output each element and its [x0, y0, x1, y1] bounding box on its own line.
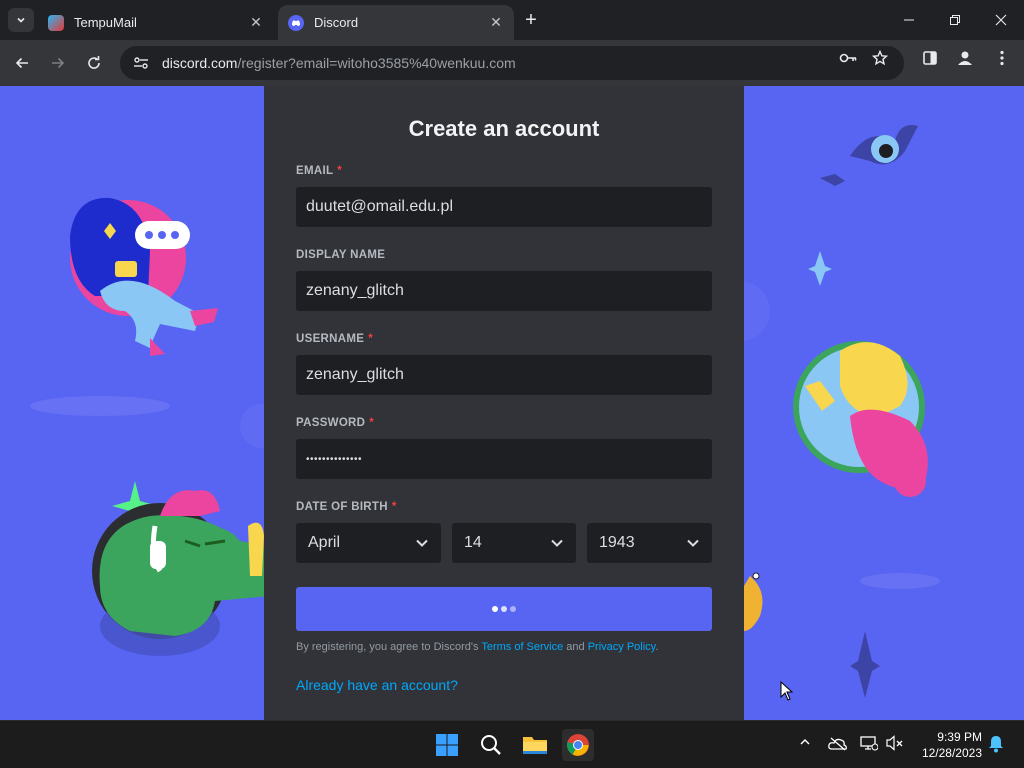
mouse-cursor-icon — [780, 681, 794, 701]
dob-day-select[interactable]: 14 — [452, 523, 576, 563]
side-panel-icon[interactable] — [920, 48, 940, 68]
restore-icon — [950, 15, 960, 25]
windows-taskbar: 9:39 PM 12/28/2023 — [0, 720, 1024, 768]
bell-icon — [989, 736, 1003, 753]
chrome-taskbar-button[interactable] — [562, 729, 594, 761]
email-field[interactable]: duutet@omail.edu.pl — [296, 187, 712, 227]
tray-overflow-button[interactable] — [799, 735, 811, 751]
discord-favicon-icon — [288, 14, 304, 31]
site-info-icon[interactable] — [132, 54, 150, 72]
bookmark-star-icon[interactable] — [870, 48, 890, 68]
dob-day-value: 14 — [464, 534, 482, 551]
browser-tabstrip: TempuMail ✕ Discord ✕ + — [0, 0, 1024, 40]
privacy-policy-link[interactable]: Privacy Policy — [588, 641, 656, 653]
terms-of-service-link[interactable]: Terms of Service — [481, 641, 563, 653]
reload-button[interactable] — [81, 50, 107, 76]
tab-tempumail[interactable]: TempuMail ✕ — [38, 5, 274, 40]
display-name-label: DISPLAY NAME — [296, 249, 386, 261]
chrome-icon — [567, 734, 589, 756]
close-icon[interactable]: ✕ — [248, 14, 264, 31]
taskbar-search-button[interactable] — [475, 729, 507, 761]
more-menu-icon[interactable] — [992, 48, 1012, 68]
network-tray-button[interactable] — [860, 735, 879, 754]
chevron-up-icon — [800, 738, 810, 745]
chevron-down-icon — [687, 539, 699, 547]
continue-button[interactable] — [296, 587, 712, 631]
tab-search-button[interactable] — [8, 8, 34, 32]
dino-illustration — [92, 481, 270, 656]
terms-suffix: . — [655, 641, 659, 653]
arrow-right-icon — [52, 57, 65, 69]
search-icon — [481, 735, 501, 755]
terms-prefix: By registering, you agree to Discord's — [296, 641, 482, 653]
new-tab-button[interactable]: + — [520, 9, 542, 31]
dob-month-value: April — [308, 534, 341, 551]
back-button[interactable] — [9, 50, 35, 76]
dob-label: DATE OF BIRTH * — [296, 501, 397, 513]
file-explorer-button[interactable] — [519, 729, 551, 761]
tempumail-favicon-icon — [48, 14, 64, 31]
terms-and: and — [563, 641, 588, 653]
page-title: Create an account — [408, 116, 600, 141]
forward-button[interactable] — [45, 50, 71, 76]
minimize-button[interactable] — [886, 0, 932, 40]
dob-label-text: DATE OF BIRTH — [296, 501, 388, 513]
browser-toolbar: discord.com/register?email=witoho3585%40… — [0, 40, 1024, 86]
username-label: USERNAME * — [296, 333, 373, 345]
profile-icon[interactable] — [955, 48, 975, 68]
reload-icon — [88, 56, 100, 69]
discord-register-page: Create an account EMAIL * duutet@omail.ed… — [0, 86, 1024, 720]
folder-icon — [523, 737, 547, 754]
onedrive-tray-button[interactable] — [828, 737, 848, 754]
email-label-text: EMAIL — [296, 165, 334, 177]
cloud-offline-icon — [828, 737, 847, 751]
tab-discord[interactable]: Discord ✕ — [278, 5, 514, 40]
volume-tray-button[interactable] — [886, 735, 904, 754]
close-icon — [995, 14, 1007, 26]
url-host: discord.com — [162, 55, 238, 71]
restore-button[interactable] — [932, 0, 978, 40]
required-asterisk: * — [369, 417, 375, 429]
password-field[interactable]: •••••••••••••• — [296, 439, 712, 479]
password-key-icon[interactable] — [838, 48, 858, 68]
chevron-down-icon — [17, 17, 25, 23]
network-icon — [860, 736, 879, 751]
tab-title: Discord — [314, 15, 359, 30]
required-asterisk: * — [391, 501, 397, 513]
password-label: PASSWORD * — [296, 417, 374, 429]
url-text: discord.com/register?email=witoho3585%40… — [162, 55, 516, 71]
display-name-field[interactable]: zenany_glitch — [296, 271, 712, 311]
start-button[interactable] — [431, 729, 463, 761]
girl-illustration — [70, 197, 218, 356]
system-clock[interactable]: 9:39 PM 12/28/2023 — [918, 729, 982, 761]
chevron-down-icon — [551, 539, 563, 547]
terms-text: By registering, you agree to Discord's T… — [296, 641, 658, 653]
username-label-text: USERNAME — [296, 333, 365, 345]
required-asterisk: * — [337, 165, 343, 177]
clock-time: 9:39 PM — [937, 730, 982, 744]
volume-muted-icon — [886, 735, 903, 751]
windows-logo-icon — [436, 734, 458, 756]
required-asterisk: * — [368, 333, 373, 345]
right-illustrations — [744, 125, 928, 698]
notifications-button[interactable] — [988, 735, 1004, 756]
dob-month-select[interactable]: April — [296, 523, 441, 563]
dob-year-select[interactable]: 1943 — [587, 523, 712, 563]
already-have-account-link[interactable]: Already have an account? — [296, 677, 458, 693]
dob-year-value: 1943 — [599, 534, 635, 551]
loading-spinner-icon — [492, 606, 516, 612]
close-window-button[interactable] — [978, 0, 1024, 40]
arrow-left-icon — [15, 57, 28, 69]
password-label-text: PASSWORD — [296, 417, 366, 429]
minimize-icon — [904, 19, 914, 21]
address-bar[interactable]: discord.com/register?email=witoho3585%40… — [120, 46, 904, 80]
close-icon[interactable]: ✕ — [488, 14, 504, 31]
username-field[interactable]: zenany_glitch — [296, 355, 712, 395]
register-form-panel: Create an account EMAIL * duutet@omail.ed… — [264, 86, 744, 720]
tab-title: TempuMail — [74, 15, 137, 30]
email-label: EMAIL * — [296, 165, 342, 177]
url-path: /register?email=witoho3585%40wenkuu.com — [237, 55, 516, 71]
clock-date: 12/28/2023 — [921, 746, 982, 760]
chevron-down-icon — [416, 539, 428, 547]
